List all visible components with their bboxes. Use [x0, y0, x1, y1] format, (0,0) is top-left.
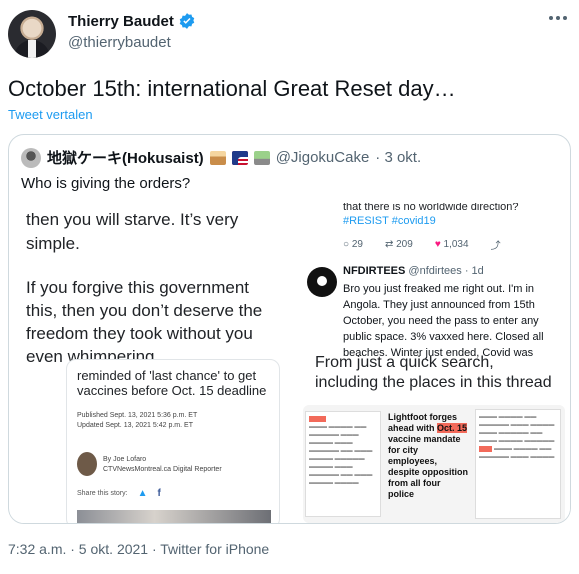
- share-icon: ⤴: [490, 241, 501, 252]
- quoted-avatar: [21, 147, 41, 168]
- tweet-text: October 15th: international Great Reset …: [8, 76, 456, 101]
- author-name[interactable]: Thierry Baudet: [68, 13, 174, 30]
- avatar-shirt: [28, 40, 36, 58]
- more-options-icon[interactable]: [549, 16, 567, 20]
- headline-line: despite opposition: [388, 467, 468, 477]
- tweet-header: Thierry Baudet @thierrybaudet: [8, 8, 571, 58]
- author-handle[interactable]: @thierrybaudet: [68, 34, 196, 51]
- news-clippings-collage: ▬▬▬ ▬▬▬▬ ▬▬ ▬▬▬▬▬ ▬▬▬ ▬▬▬▬ ▬▬▬ ▬▬▬▬▬ ▬▬ …: [303, 405, 565, 523]
- screenshot-text-line: that there is no worldwide direction?: [343, 203, 519, 213]
- article-title-line: vaccines before Oct. 15 deadline: [77, 383, 267, 398]
- reply-author-handle: @nfdirtees · 1d: [408, 265, 484, 277]
- author-name-row[interactable]: Thierry Baudet: [68, 12, 196, 30]
- headline-line: vaccine mandate: [388, 434, 461, 444]
- headline-line: Lightfoot forges: [388, 412, 457, 422]
- like-count-value: 1,034: [443, 239, 469, 250]
- quoted-tweet[interactable]: 地獄ケーキ(Hokusaist) @JigokuCake · 3 okt. Wh…: [8, 134, 571, 524]
- article-title-line: reminded of 'last chance' to get: [77, 368, 257, 383]
- share-row: Share this story: ▲ f: [77, 488, 161, 499]
- reply-count-value: 29: [351, 239, 363, 250]
- quoted-tweet-header: 地獄ケーキ(Hokusaist) @JigokuCake · 3 okt.: [21, 147, 421, 168]
- cake-emoji-icon: [209, 150, 226, 165]
- reply-count: ○ 29: [343, 239, 363, 250]
- hashtags: #RESIST #covid19: [343, 215, 436, 227]
- headline-clipping: Lightfoot forges ahead with Oct. 15 vacc…: [385, 409, 471, 519]
- us-flag-emoji-icon: [231, 150, 248, 165]
- reply-header: NFDIRTEES @nfdirtees · 1d: [343, 265, 484, 277]
- headline-line: for city employees,: [388, 445, 438, 466]
- reporter-name: By Joe Lofaro: [103, 456, 147, 463]
- retweet-count-value: 209: [396, 239, 413, 250]
- tweet-stats: ○ 29 ⇄ 209 ♥ 1,034 ⤴: [343, 237, 501, 252]
- clipping-text: ▬▬▬ ▬▬▬▬ ▬▬ ▬▬▬▬▬ ▬▬▬ ▬▬▬▬ ▬▬▬ ▬▬▬▬▬ ▬▬ …: [479, 414, 555, 444]
- quoted-author-handle: @JigokuCake: [275, 149, 370, 166]
- screenshot-caption: From just a quick search, including the …: [315, 353, 570, 393]
- headline-line: from all four police: [388, 478, 441, 499]
- dot: [563, 16, 567, 20]
- screenshot-text-line: freedom they took without you: [26, 324, 253, 343]
- screenshot-text-line: this, then you don’t deserve the: [26, 301, 263, 320]
- caption-line: including the places in this thread: [315, 374, 552, 391]
- reply-author-name: NFDIRTEES: [343, 265, 406, 277]
- reply-text: Bro you just freaked me right out. I'm i…: [343, 283, 544, 359]
- retweet-count: ⇄ 209: [384, 239, 413, 250]
- translate-tweet-link[interactable]: Tweet vertalen: [8, 107, 93, 122]
- twitter-bird-icon: ▲: [137, 488, 148, 499]
- clipping-headline: Lightfoot forges ahead with Oct. 15 vacc…: [388, 412, 468, 500]
- screenshot-text-line: If you forgive this government: [26, 278, 250, 297]
- facebook-icon: f: [157, 488, 161, 499]
- quoted-image-right[interactable]: that there is no worldwide direction? #R…: [293, 203, 570, 523]
- author-avatar[interactable]: [8, 10, 56, 58]
- highlight: [479, 446, 493, 452]
- house-emoji-icon: [253, 150, 270, 165]
- share-label: Share this story:: [77, 490, 128, 497]
- reporter-role: CTVNewsMontreal.ca Digital Reporter: [103, 466, 222, 473]
- screenshot-text-line: then you will starve. It’s very: [26, 210, 239, 229]
- tweet-timestamp[interactable]: 7:32 a.m. · 5 okt. 2021 · Twitter for iP…: [8, 541, 269, 557]
- headline-highlight: Oct. 15: [437, 423, 468, 433]
- screenshot-text-line: simple.: [26, 234, 80, 253]
- nfdirtees-avatar: [307, 267, 337, 297]
- article-photo: [77, 510, 271, 523]
- verified-badge-icon: [179, 13, 195, 29]
- like-count: ♥ 1,034: [434, 239, 469, 250]
- quoted-author-name: 地獄ケーキ(Hokusaist): [47, 150, 204, 167]
- quoted-date: · 3 okt.: [375, 149, 422, 166]
- headline-line: ahead with: [388, 423, 435, 433]
- reporter-avatar: [77, 452, 97, 476]
- news-clipping: ▬▬▬ ▬▬▬▬ ▬▬ ▬▬▬▬▬ ▬▬▬ ▬▬▬▬ ▬▬▬ ▬▬▬▬▬ ▬▬ …: [305, 411, 381, 517]
- highlight: [309, 416, 326, 422]
- author-info: Thierry Baudet @thierrybaudet: [68, 12, 196, 51]
- clipping-text: ▬▬▬ ▬▬▬▬ ▬▬ ▬▬▬▬▬ ▬▬▬ ▬▬▬▬ ▬▬▬ ▬▬▬▬▬ ▬▬ …: [309, 424, 373, 486]
- news-clipping: ▬▬▬ ▬▬▬▬ ▬▬ ▬▬▬▬▬ ▬▬▬ ▬▬▬▬ ▬▬▬ ▬▬▬▬▬ ▬▬ …: [475, 409, 561, 519]
- dot: [549, 16, 553, 20]
- news-article-card: reminded of 'last chance' to get vaccine…: [66, 359, 280, 523]
- caption-line: From just a quick search,: [315, 354, 494, 371]
- quoted-tweet-text: Who is giving the orders?: [21, 175, 191, 192]
- published-date: Published Sept. 13, 2021 5:36 p.m. ET: [77, 412, 198, 419]
- quoted-image-left[interactable]: then you will starve. It’s very simple. …: [10, 203, 290, 523]
- updated-date: Updated Sept. 13, 2021 5:42 p.m. ET: [77, 422, 193, 429]
- dot: [556, 16, 560, 20]
- article-title: reminded of 'last chance' to get vaccine…: [77, 368, 266, 398]
